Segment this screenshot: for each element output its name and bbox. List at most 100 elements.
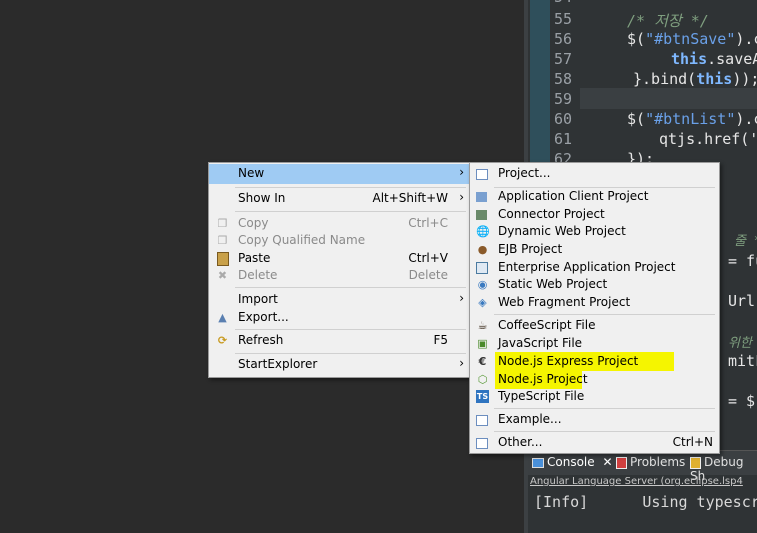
menu-item-dynamic-web-project[interactable]: 🌐 Dynamic Web Project (470, 222, 719, 241)
tab-label: Console (547, 455, 595, 469)
menu-item-delete[interactable]: ✖ Delete Delete (209, 266, 470, 285)
new-project-icon (476, 169, 488, 180)
code-line: $("#btnList").clic (627, 110, 757, 128)
menu-item-label: Delete (238, 268, 278, 282)
menu-item-label: Show In (238, 191, 286, 205)
menu-item-other[interactable]: Other... Ctrl+N (470, 433, 719, 452)
menu-separator (235, 211, 466, 212)
submenu-arrow-icon: › (459, 165, 464, 179)
menu-item-label: TypeScript File (498, 389, 585, 403)
enterprise-app-icon (476, 262, 488, 274)
menu-item-example[interactable]: Example... (470, 410, 719, 429)
code-token: )); (732, 70, 757, 88)
menu-item-label: Example... (498, 412, 562, 426)
static-web-icon: ◉ (477, 278, 488, 291)
code-line: qtjs.href('<i (659, 130, 757, 148)
typescript-icon: TS (476, 390, 489, 403)
menu-item-label: StartExplorer (238, 357, 318, 371)
menu-item-label: Export... (238, 310, 289, 324)
code-token: ).clic (735, 110, 757, 128)
menu-item-label: EJB Project (498, 242, 563, 256)
line-number: 61 (553, 130, 572, 148)
menu-item-copy-qualified-name[interactable]: ❐ Copy Qualified Name (209, 231, 470, 250)
line-number: 58 (553, 70, 572, 88)
nodejs-icon: ⬡ (477, 373, 488, 386)
menu-item-label: Application Client Project (498, 189, 649, 203)
menu-item-web-fragment-project[interactable]: ◈ Web Fragment Project (470, 293, 719, 312)
menu-item-refresh[interactable]: ⟳ Refresh F5 (209, 331, 470, 350)
menu-separator (494, 314, 715, 315)
code-line: $("#btnSave").c (627, 30, 757, 48)
menu-item-label: Web Fragment Project (498, 295, 631, 309)
menu-item-export[interactable]: ▲ Export... (209, 308, 470, 327)
copy-icon: ❐ (217, 217, 228, 230)
code-fragment: mitF (728, 352, 757, 370)
refresh-icon: ⟳ (217, 334, 228, 347)
other-wizard-icon (476, 438, 488, 449)
express-icon: € (478, 355, 487, 368)
menu-item-label: Node.js Express Project (498, 354, 639, 368)
code-fragment: 위한 i (728, 336, 752, 351)
menu-item-coffeescript-file[interactable]: ☕ CoffeeScript File (470, 316, 719, 335)
coffee-cup-icon: ☕ (477, 319, 488, 332)
submenu-arrow-icon: › (459, 291, 464, 305)
menu-item-accelerator: Ctrl+C (408, 216, 448, 230)
menu-item-show-in[interactable]: Show In Alt+Shift+W › (209, 189, 470, 208)
menu-item-ejb-project[interactable]: ● EJB Project (470, 240, 719, 259)
menu-item-static-web-project[interactable]: ◉ Static Web Project (470, 275, 719, 294)
close-icon[interactable]: ✕ (602, 455, 612, 469)
code-token: $( (627, 110, 646, 128)
menu-item-label: CoffeeScript File (498, 318, 596, 332)
debug-shell-icon (690, 456, 701, 469)
menu-item-start-explorer[interactable]: StartExplorer › (209, 355, 470, 374)
menu-item-label: Other... (498, 435, 543, 449)
code-keyword: this (696, 70, 733, 88)
submenu-arrow-icon: › (459, 356, 464, 370)
export-icon: ▲ (218, 311, 227, 324)
line-number: 59 (553, 90, 572, 108)
example-icon (476, 415, 488, 426)
menu-item-new[interactable]: New › (209, 164, 470, 184)
problems-icon (616, 456, 627, 469)
code-fragment: = fu (728, 252, 757, 270)
code-fragment: = $. (728, 392, 757, 410)
menu-item-application-client-project[interactable]: Application Client Project (470, 187, 719, 206)
code-string: "#btnList" (645, 110, 736, 128)
copy-qualified-icon: ❐ (217, 234, 228, 247)
delete-icon: ✖ (217, 269, 228, 282)
code-token: }.bind( (633, 70, 697, 88)
code-comment: /* 저장 */ (627, 12, 709, 30)
menu-item-label: Dynamic Web Project (498, 224, 626, 238)
menu-separator (494, 408, 715, 409)
menu-item-label: JavaScript File (498, 336, 583, 350)
menu-item-import[interactable]: Import › (209, 290, 470, 309)
console-output: [Info] Using typescript (534, 493, 757, 511)
menu-item-nodejs-express-project[interactable]: € Node.js Express Project (470, 352, 719, 371)
line-number: 57 (553, 50, 572, 68)
paste-icon (217, 252, 229, 266)
tab-console[interactable]: Console ✕ (532, 455, 613, 469)
menu-item-label: Refresh (238, 333, 284, 347)
tab-problems[interactable]: Problems (616, 455, 685, 469)
menu-item-accelerator: Ctrl+V (408, 251, 448, 265)
code-string: "#btnSave" (645, 30, 736, 48)
connector-icon (476, 210, 487, 220)
context-menu: New › Show In Alt+Shift+W › ❐ Copy Ctrl+… (208, 162, 471, 378)
current-line-highlight (580, 88, 757, 109)
code-token: ).c (735, 30, 757, 48)
menu-separator (235, 329, 466, 330)
menu-item-project[interactable]: Project... (470, 164, 719, 183)
code-keyword: this (671, 50, 708, 68)
console-process-label: Angular Language Server (org.eclipse.lsp… (530, 476, 743, 487)
menu-item-label: Paste (238, 251, 271, 265)
menu-item-javascript-file[interactable]: ▣ JavaScript File (470, 334, 719, 353)
menu-item-label: New (238, 166, 265, 180)
menu-item-label: Static Web Project (498, 277, 608, 291)
line-number: 54 (540, 0, 572, 6)
app-client-icon (476, 192, 487, 202)
menu-separator (235, 287, 466, 288)
menu-item-label: Copy (238, 216, 269, 230)
menu-item-label: Project... (498, 166, 551, 180)
menu-item-accelerator: F5 (433, 333, 448, 347)
menu-item-typescript-file[interactable]: TS TypeScript File (470, 387, 719, 406)
